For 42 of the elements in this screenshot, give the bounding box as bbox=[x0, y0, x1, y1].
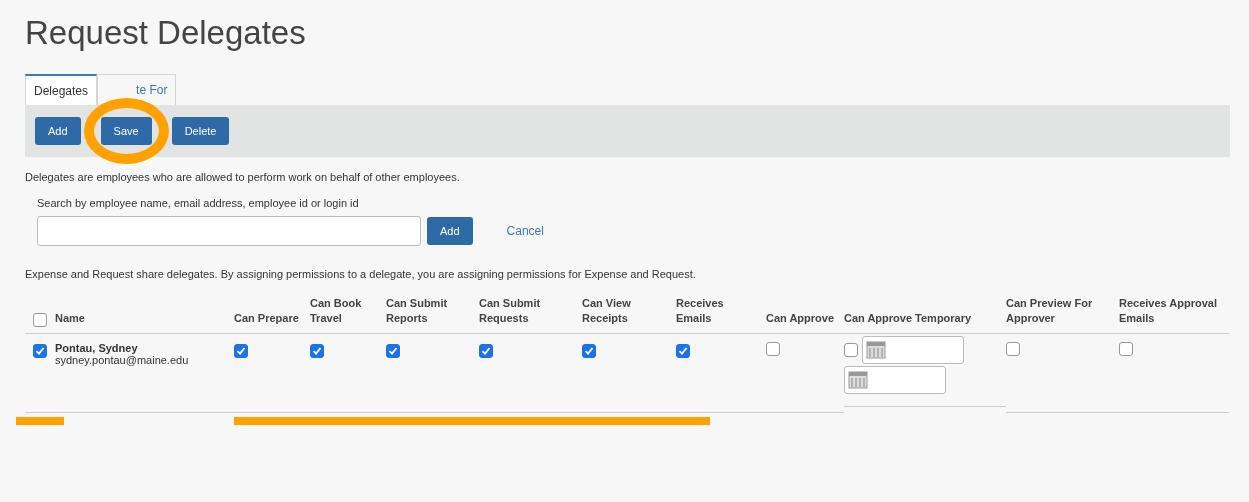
note-text: Expense and Request share delegates. By assigning permissions to a delegate, you are assigning permissions for Expense and Request. bbox=[25, 268, 697, 280]
search-field[interactable] bbox=[37, 216, 421, 246]
description-text: Delegates are employees who are allowed to perform work on behalf of other employees. bbox=[25, 171, 461, 183]
checkbox[interactable] bbox=[33, 312, 47, 327]
checkbox[interactable] bbox=[479, 343, 493, 358]
checkbox[interactable] bbox=[1119, 341, 1133, 356]
toolbar-button[interactable]: Save bbox=[100, 117, 152, 145]
tab[interactable]: Delegates bbox=[25, 74, 98, 105]
highlight-underline bbox=[16, 417, 64, 425]
cancel-link[interactable]: Cancel bbox=[506, 224, 544, 238]
column-header: Can Submit Requests bbox=[479, 296, 582, 334]
checkbox[interactable] bbox=[386, 343, 400, 358]
delegate-name: Pontau, Sydney bbox=[55, 341, 139, 354]
add-button[interactable]: Add bbox=[427, 217, 473, 245]
checkbox[interactable] bbox=[676, 343, 690, 358]
delegate-email: sydney.pontau@maine.edu bbox=[55, 353, 190, 366]
date-field[interactable] bbox=[862, 335, 964, 364]
column-header: Can Approve bbox=[766, 311, 844, 334]
checkbox[interactable] bbox=[582, 343, 596, 358]
checkbox[interactable] bbox=[1006, 341, 1020, 356]
checkbox[interactable] bbox=[310, 343, 324, 358]
column-header: Name bbox=[55, 311, 234, 334]
tab[interactable]: te For bbox=[97, 74, 177, 105]
date-field[interactable] bbox=[844, 365, 946, 394]
column-header: Can Approve Temporary bbox=[844, 311, 1006, 334]
toolbar-button[interactable]: Add bbox=[35, 117, 81, 145]
column-header: Can View Receipts bbox=[582, 296, 676, 334]
calendar-icon[interactable] bbox=[848, 369, 868, 390]
column-header: Can Submit Reports bbox=[386, 296, 479, 334]
checkbox[interactable] bbox=[234, 343, 248, 358]
checkbox[interactable] bbox=[844, 342, 858, 357]
checkbox[interactable] bbox=[33, 343, 47, 358]
calendar-icon[interactable] bbox=[866, 339, 886, 360]
toolbar-button[interactable]: Delete bbox=[171, 117, 230, 145]
column-header: Receives Approval Emails bbox=[1119, 296, 1229, 334]
column-header: Receives Emails bbox=[676, 296, 766, 334]
column-header: Can Book Travel bbox=[310, 296, 386, 334]
page-title: Request Delegates bbox=[25, 14, 307, 52]
checkbox[interactable] bbox=[766, 341, 780, 356]
column-header: Can Prepare bbox=[234, 311, 310, 334]
search-label: Search by employee name, email address, employee id or login id bbox=[37, 197, 360, 209]
column-header: Can Preview For Approver bbox=[1006, 296, 1119, 334]
